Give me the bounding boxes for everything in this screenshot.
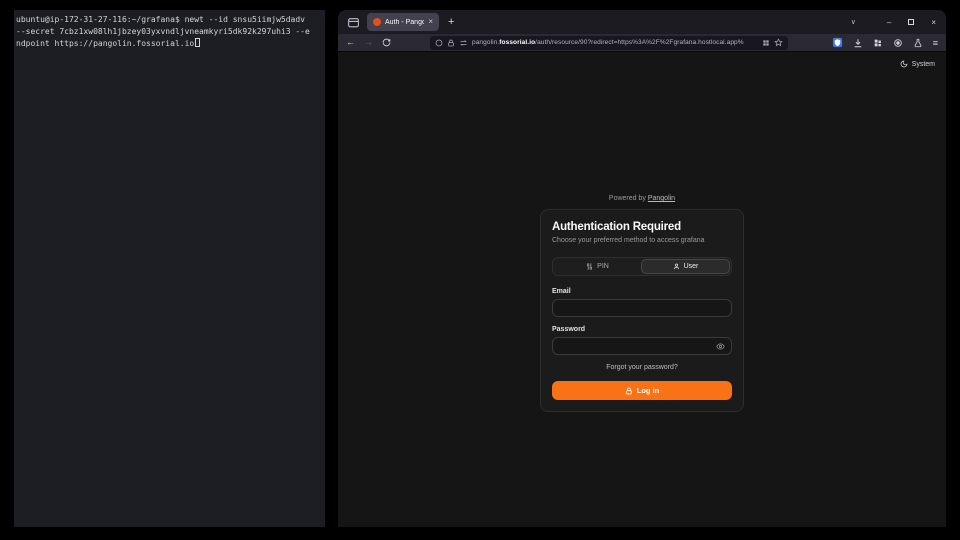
- lock-icon: [625, 387, 633, 395]
- menu-hamburger-icon[interactable]: ≡: [933, 38, 938, 48]
- tab-pin[interactable]: PIN: [554, 259, 641, 274]
- padlock-icon[interactable]: [447, 39, 455, 47]
- tab-title: Auth - Pangolin: [385, 19, 424, 26]
- swap-arrows-icon[interactable]: [459, 39, 468, 47]
- forward-button[interactable]: →: [364, 38, 373, 47]
- flask-extension-icon[interactable]: [913, 38, 923, 48]
- maximize-button[interactable]: [908, 19, 914, 25]
- url-text: pangolin.fossorial.io/auth/resource/90?r…: [472, 39, 758, 46]
- eye-icon[interactable]: [716, 342, 725, 351]
- terminal-line: --secret 7cbz1xw08lh1jbzey03yxvndljvneam…: [16, 26, 323, 38]
- card-title: Authentication Required: [552, 221, 732, 233]
- new-tab-button[interactable]: +: [448, 17, 454, 28]
- tab-bar: Auth - Pangolin × + ∨ – ×: [338, 10, 946, 34]
- terminal-cursor: [195, 38, 200, 47]
- pangolin-link[interactable]: Pangolin: [648, 195, 675, 202]
- email-field[interactable]: [552, 299, 732, 317]
- list-all-tabs-icon[interactable]: ∨: [851, 18, 856, 26]
- user-icon: [673, 263, 680, 270]
- window-controls: ∨ – ×: [851, 18, 936, 27]
- reload-button[interactable]: [382, 38, 391, 47]
- theme-toggle-button[interactable]: System: [900, 60, 935, 68]
- page-tools-grid-icon[interactable]: [762, 39, 770, 47]
- navigation-toolbar: ← → pangolin.fossorial.io/auth/resource/…: [338, 34, 946, 52]
- password-label: Password: [552, 326, 732, 333]
- forgot-password-link[interactable]: Forgot your password?: [552, 364, 732, 371]
- extensions-icon[interactable]: [873, 38, 883, 48]
- record-circle-extension-icon[interactable]: [893, 38, 903, 48]
- moon-icon: [900, 60, 908, 68]
- auth-method-tabs: PIN User: [552, 257, 732, 276]
- minimize-button[interactable]: –: [887, 18, 891, 27]
- terminal-line: ubuntu@ip-172-31-27-116:~/grafana$ newt …: [16, 14, 323, 26]
- email-label: Email: [552, 288, 732, 295]
- powered-by: Powered by Pangolin: [540, 195, 744, 202]
- bookmark-star-icon[interactable]: [774, 38, 783, 47]
- browser-window: Auth - Pangolin × + ∨ – × ← →: [338, 10, 946, 527]
- login-button[interactable]: Log in: [552, 381, 732, 400]
- downloads-icon[interactable]: [853, 38, 863, 48]
- auth-section: Powered by Pangolin Authentication Requi…: [540, 195, 744, 412]
- back-button[interactable]: ←: [346, 38, 355, 47]
- page-content: System Powered by Pangolin Authenticatio…: [338, 52, 946, 527]
- password-manager-extension-icon[interactable]: [832, 37, 843, 48]
- close-window-button[interactable]: ×: [931, 18, 936, 27]
- address-bar[interactable]: pangolin.fossorial.io/auth/resource/90?r…: [430, 36, 788, 50]
- toolbar-extensions: ≡: [832, 37, 938, 48]
- binary-icon: [586, 263, 593, 270]
- theme-label: System: [912, 61, 935, 68]
- tracking-protection-shield-icon[interactable]: [435, 39, 443, 47]
- card-subtitle: Choose your preferred method to access g…: [552, 237, 732, 244]
- terminal-line: ndpoint https://pangolin.fossorial.io: [16, 38, 323, 50]
- tab-user[interactable]: User: [641, 259, 730, 274]
- auth-card: Authentication Required Choose your pref…: [540, 209, 744, 412]
- tab-close-icon[interactable]: ×: [428, 18, 433, 26]
- password-field[interactable]: [552, 337, 732, 355]
- tab-auth-pangolin[interactable]: Auth - Pangolin ×: [367, 13, 439, 31]
- firefox-view-icon[interactable]: [347, 16, 360, 29]
- terminal-window[interactable]: ubuntu@ip-172-31-27-116:~/grafana$ newt …: [14, 10, 325, 527]
- pangolin-favicon-icon: [373, 18, 381, 26]
- desktop: ubuntu@ip-172-31-27-116:~/grafana$ newt …: [0, 0, 960, 540]
